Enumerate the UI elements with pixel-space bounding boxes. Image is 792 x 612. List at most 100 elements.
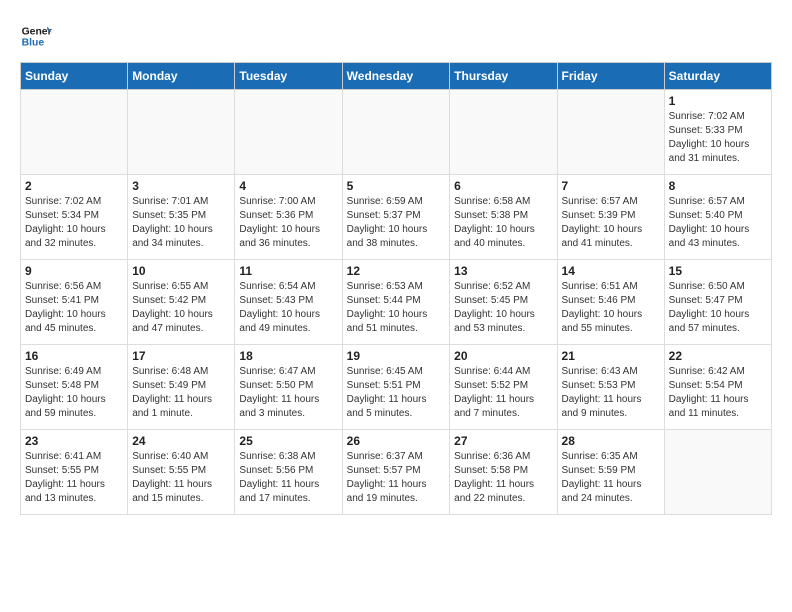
calendar-cell	[450, 90, 557, 175]
calendar-cell: 10 Sunrise: 6:55 AM Sunset: 5:42 PM Dayli…	[128, 260, 235, 345]
calendar-header-row: SundayMondayTuesdayWednesdayThursdayFrid…	[21, 63, 772, 90]
day-number: 14	[562, 264, 660, 278]
day-number: 26	[347, 434, 446, 448]
day-info: Sunrise: 6:40 AM Sunset: 5:55 PM Dayligh…	[132, 450, 230, 506]
day-info: Sunrise: 6:37 AM Sunset: 5:57 PM Dayligh…	[347, 450, 446, 506]
day-info: Sunrise: 7:01 AM Sunset: 5:35 PM Dayligh…	[132, 195, 230, 251]
weekday-header-wednesday: Wednesday	[342, 63, 450, 90]
day-number: 12	[347, 264, 446, 278]
weekday-header-sunday: Sunday	[21, 63, 128, 90]
calendar-cell: 24 Sunrise: 6:40 AM Sunset: 5:55 PM Dayli…	[128, 430, 235, 515]
calendar-cell: 18 Sunrise: 6:47 AM Sunset: 5:50 PM Dayli…	[235, 345, 342, 430]
day-info: Sunrise: 6:57 AM Sunset: 5:40 PM Dayligh…	[669, 195, 767, 251]
day-info: Sunrise: 6:47 AM Sunset: 5:50 PM Dayligh…	[239, 365, 337, 421]
day-number: 27	[454, 434, 552, 448]
day-info: Sunrise: 6:42 AM Sunset: 5:54 PM Dayligh…	[669, 365, 767, 421]
day-number: 19	[347, 349, 446, 363]
weekday-header-saturday: Saturday	[664, 63, 771, 90]
day-number: 1	[669, 94, 767, 108]
day-number: 15	[669, 264, 767, 278]
calendar-cell	[342, 90, 450, 175]
day-number: 13	[454, 264, 552, 278]
calendar-cell: 17Sunrise: 6:48 AM Sunset: 5:49 PM Dayli…	[128, 345, 235, 430]
calendar-cell: 21 Sunrise: 6:43 AM Sunset: 5:53 PM Dayli…	[557, 345, 664, 430]
calendar-cell: 19 Sunrise: 6:45 AM Sunset: 5:51 PM Dayli…	[342, 345, 450, 430]
calendar-cell: 26 Sunrise: 6:37 AM Sunset: 5:57 PM Dayli…	[342, 430, 450, 515]
weekday-header-friday: Friday	[557, 63, 664, 90]
weekday-header-tuesday: Tuesday	[235, 63, 342, 90]
day-info: Sunrise: 6:51 AM Sunset: 5:46 PM Dayligh…	[562, 280, 660, 336]
day-info: Sunrise: 7:00 AM Sunset: 5:36 PM Dayligh…	[239, 195, 337, 251]
day-info: Sunrise: 6:49 AM Sunset: 5:48 PM Dayligh…	[25, 365, 123, 421]
calendar-cell: 1 Sunrise: 7:02 AM Sunset: 5:33 PM Daylig…	[664, 90, 771, 175]
day-info: Sunrise: 6:38 AM Sunset: 5:56 PM Dayligh…	[239, 450, 337, 506]
calendar-cell	[128, 90, 235, 175]
day-info: Sunrise: 7:02 AM Sunset: 5:33 PM Dayligh…	[669, 110, 767, 166]
day-info: Sunrise: 6:41 AM Sunset: 5:55 PM Dayligh…	[25, 450, 123, 506]
calendar-cell: 12 Sunrise: 6:53 AM Sunset: 5:44 PM Dayli…	[342, 260, 450, 345]
calendar-cell: 27 Sunrise: 6:36 AM Sunset: 5:58 PM Dayli…	[450, 430, 557, 515]
day-info: Sunrise: 6:35 AM Sunset: 5:59 PM Dayligh…	[562, 450, 660, 506]
day-number: 4	[239, 179, 337, 193]
day-number: 17	[132, 349, 230, 363]
day-number: 24	[132, 434, 230, 448]
calendar-cell: 5Sunrise: 6:59 AM Sunset: 5:37 PM Daylig…	[342, 175, 450, 260]
calendar-cell: 20Sunrise: 6:44 AM Sunset: 5:52 PM Dayli…	[450, 345, 557, 430]
calendar-table: SundayMondayTuesdayWednesdayThursdayFrid…	[20, 62, 772, 515]
calendar-cell: 13 Sunrise: 6:52 AM Sunset: 5:45 PM Dayli…	[450, 260, 557, 345]
day-number: 21	[562, 349, 660, 363]
day-number: 25	[239, 434, 337, 448]
day-info: Sunrise: 6:44 AM Sunset: 5:52 PM Dayligh…	[454, 365, 552, 421]
day-number: 3	[132, 179, 230, 193]
calendar-week-2: 2 Sunrise: 7:02 AM Sunset: 5:34 PM Daylig…	[21, 175, 772, 260]
calendar-body: 1 Sunrise: 7:02 AM Sunset: 5:33 PM Daylig…	[21, 90, 772, 515]
day-info: Sunrise: 6:54 AM Sunset: 5:43 PM Dayligh…	[239, 280, 337, 336]
calendar-cell: 6 Sunrise: 6:58 AM Sunset: 5:38 PM Daylig…	[450, 175, 557, 260]
day-info: Sunrise: 6:56 AM Sunset: 5:41 PM Dayligh…	[25, 280, 123, 336]
day-number: 22	[669, 349, 767, 363]
day-info: Sunrise: 6:53 AM Sunset: 5:44 PM Dayligh…	[347, 280, 446, 336]
day-number: 9	[25, 264, 123, 278]
calendar-cell	[664, 430, 771, 515]
day-info: Sunrise: 6:43 AM Sunset: 5:53 PM Dayligh…	[562, 365, 660, 421]
day-info: Sunrise: 6:45 AM Sunset: 5:51 PM Dayligh…	[347, 365, 446, 421]
day-number: 10	[132, 264, 230, 278]
calendar-cell: 22 Sunrise: 6:42 AM Sunset: 5:54 PM Dayli…	[664, 345, 771, 430]
day-number: 18	[239, 349, 337, 363]
calendar-cell	[557, 90, 664, 175]
weekday-header-thursday: Thursday	[450, 63, 557, 90]
calendar-cell: 9 Sunrise: 6:56 AM Sunset: 5:41 PM Daylig…	[21, 260, 128, 345]
calendar-cell: 15 Sunrise: 6:50 AM Sunset: 5:47 PM Dayli…	[664, 260, 771, 345]
calendar-cell: 4 Sunrise: 7:00 AM Sunset: 5:36 PM Daylig…	[235, 175, 342, 260]
calendar-week-4: 16 Sunrise: 6:49 AM Sunset: 5:48 PM Dayli…	[21, 345, 772, 430]
logo: General Blue	[20, 20, 52, 52]
day-info: Sunrise: 6:55 AM Sunset: 5:42 PM Dayligh…	[132, 280, 230, 336]
calendar-cell: 11 Sunrise: 6:54 AM Sunset: 5:43 PM Dayli…	[235, 260, 342, 345]
calendar-week-3: 9 Sunrise: 6:56 AM Sunset: 5:41 PM Daylig…	[21, 260, 772, 345]
day-number: 28	[562, 434, 660, 448]
day-info: Sunrise: 6:58 AM Sunset: 5:38 PM Dayligh…	[454, 195, 552, 251]
day-info: Sunrise: 7:02 AM Sunset: 5:34 PM Dayligh…	[25, 195, 123, 251]
page-header: General Blue	[20, 20, 772, 52]
day-number: 16	[25, 349, 123, 363]
calendar-cell: 25 Sunrise: 6:38 AM Sunset: 5:56 PM Dayli…	[235, 430, 342, 515]
day-info: Sunrise: 6:59 AM Sunset: 5:37 PM Dayligh…	[347, 195, 446, 251]
day-number: 6	[454, 179, 552, 193]
weekday-header-monday: Monday	[128, 63, 235, 90]
calendar-cell: 23 Sunrise: 6:41 AM Sunset: 5:55 PM Dayli…	[21, 430, 128, 515]
day-number: 7	[562, 179, 660, 193]
calendar-cell	[21, 90, 128, 175]
day-info: Sunrise: 6:52 AM Sunset: 5:45 PM Dayligh…	[454, 280, 552, 336]
day-number: 11	[239, 264, 337, 278]
svg-text:Blue: Blue	[22, 38, 45, 49]
day-number: 2	[25, 179, 123, 193]
day-info: Sunrise: 6:36 AM Sunset: 5:58 PM Dayligh…	[454, 450, 552, 506]
calendar-week-5: 23 Sunrise: 6:41 AM Sunset: 5:55 PM Dayli…	[21, 430, 772, 515]
day-number: 23	[25, 434, 123, 448]
logo-icon: General Blue	[20, 20, 52, 52]
calendar-cell: 8 Sunrise: 6:57 AM Sunset: 5:40 PM Daylig…	[664, 175, 771, 260]
calendar-cell: 16 Sunrise: 6:49 AM Sunset: 5:48 PM Dayli…	[21, 345, 128, 430]
calendar-cell: 28 Sunrise: 6:35 AM Sunset: 5:59 PM Dayli…	[557, 430, 664, 515]
day-info: Sunrise: 6:50 AM Sunset: 5:47 PM Dayligh…	[669, 280, 767, 336]
day-number: 8	[669, 179, 767, 193]
